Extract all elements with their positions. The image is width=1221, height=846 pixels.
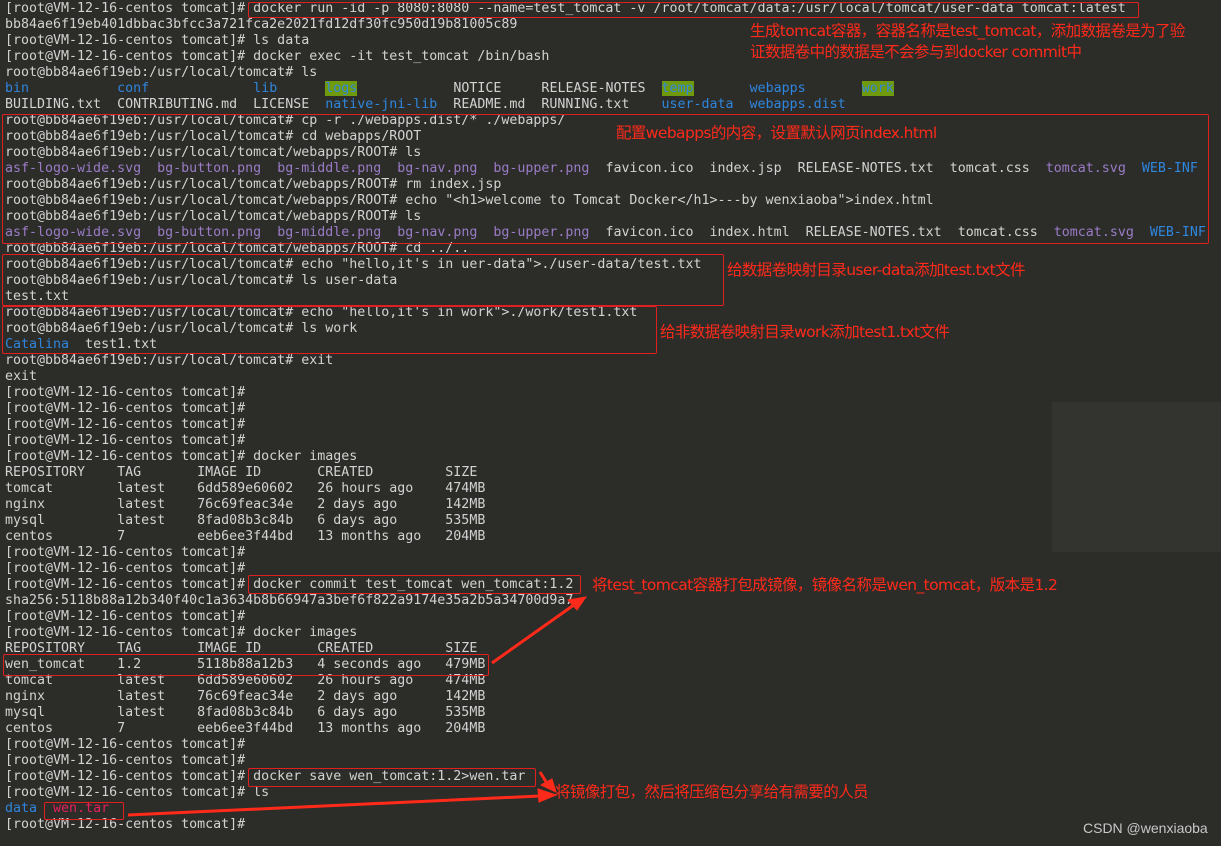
commit-arrow	[491, 600, 579, 665]
save-arrow-short-head	[539, 778, 557, 793]
csdn-watermark: CSDN @wenxiaoba	[1083, 820, 1208, 836]
annotation-arrows	[127, 596, 588, 817]
save-arrow-long	[127, 794, 541, 817]
